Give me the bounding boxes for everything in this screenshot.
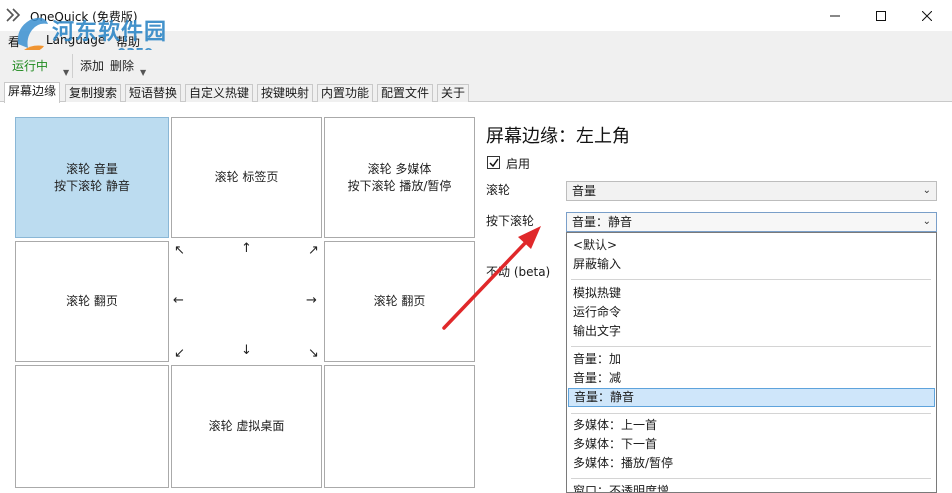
toolbar-dropdown-icon[interactable]: ▼	[140, 68, 146, 77]
arrow-ne-icon: ↗	[308, 243, 319, 258]
title-bar: OneQuick (免费版)	[0, 0, 952, 31]
dropdown-option-selected[interactable]: 音量：静音	[568, 388, 935, 407]
toolbar-separator	[72, 54, 73, 78]
menu-help[interactable]: 帮助	[116, 33, 140, 50]
dropdown-option[interactable]: 运行命令	[567, 303, 936, 322]
close-button[interactable]	[904, 0, 950, 31]
add-button[interactable]: 添加	[80, 57, 104, 74]
dropdown-option[interactable]: 音量：减	[567, 369, 936, 388]
wheel-action-select[interactable]: 音量 ⌄	[566, 181, 937, 201]
dropdown-separator	[571, 413, 931, 414]
edge-cell-top-left[interactable]: 滚轮 音量 按下滚轮 静音	[15, 117, 169, 238]
dropdown-option[interactable]: 窗口：不透明度增	[567, 482, 936, 492]
cell-label: 滚轮 翻页	[66, 294, 118, 308]
app-window: OneQuick (免费版) 看 Language 帮助 河东软件园 www.p…	[0, 0, 952, 493]
edge-cell-bottom-right[interactable]	[324, 365, 475, 488]
dropdown-separator	[571, 279, 931, 280]
chevron-down-icon: ⌄	[922, 185, 931, 196]
action-dropdown-list[interactable]: <默认> 屏蔽输入 模拟热键 运行命令 输出文字 音量：加 音量：减 音量：静音…	[566, 232, 937, 493]
dropdown-separator	[571, 478, 931, 479]
arrow-right-icon: →	[306, 293, 317, 308]
wheel-label: 滚轮	[486, 183, 511, 197]
press-wheel-action-value: 音量：静音	[572, 215, 633, 229]
cell-label: 按下滚轮 静音	[54, 178, 130, 193]
wheel-action-value: 音量	[572, 184, 597, 198]
press-wheel-action-select[interactable]: 音量：静音 ⌄	[566, 212, 937, 232]
minimize-button[interactable]	[812, 0, 858, 31]
press-wheel-label: 按下滚轮	[486, 214, 535, 228]
cell-label: 滚轮 翻页	[373, 294, 426, 308]
dropdown-option[interactable]: <默认>	[567, 236, 936, 255]
running-toggle-button[interactable]: 运行中	[12, 57, 48, 74]
menu-bar: 看 Language 帮助	[0, 31, 952, 50]
edge-cell-right[interactable]: 滚轮 翻页	[324, 241, 475, 362]
still-beta-label: 不动 (beta)	[486, 265, 551, 279]
dropdown-option[interactable]: 屏蔽输入	[567, 255, 936, 274]
edge-cell-bottom[interactable]: 滚轮 虚拟桌面	[171, 365, 322, 488]
tab-custom-hotkey[interactable]: 自定义热键	[185, 84, 254, 102]
cell-label: 按下滚轮 播放/暂停	[347, 178, 452, 193]
dropdown-option[interactable]: 多媒体：下一首	[567, 435, 936, 454]
menu-language[interactable]: Language	[46, 33, 105, 47]
arrow-down-icon: ↓	[241, 343, 252, 358]
dropdown-option[interactable]: 模拟热键	[567, 284, 936, 303]
minimize-icon	[830, 15, 840, 16]
window-title: OneQuick (免费版)	[30, 10, 138, 24]
toolbar-dropdown-icon[interactable]: ▼	[63, 68, 69, 77]
edge-cell-left[interactable]: 滚轮 翻页	[15, 241, 169, 362]
cell-label: 滚轮 标签页	[214, 170, 279, 184]
enabled-checkbox[interactable]	[487, 156, 500, 169]
arrow-se-icon: ↘	[308, 346, 319, 361]
edge-cell-top-right[interactable]: 滚轮 多媒体 按下滚轮 播放/暂停	[324, 117, 475, 238]
edge-cell-bottom-left[interactable]	[15, 365, 169, 488]
maximize-button[interactable]	[858, 0, 904, 31]
dropdown-separator	[571, 346, 931, 347]
arrow-nw-icon: ↖	[174, 243, 185, 258]
app-logo-icon	[6, 8, 21, 22]
cell-label: 滚轮 多媒体	[367, 161, 432, 176]
toolbar: 运行中 ▼ 添加 删除 ▼	[0, 50, 952, 82]
arrow-sw-icon: ↙	[174, 346, 185, 361]
enabled-label: 启用	[506, 157, 531, 171]
cell-label: 滚轮 音量	[66, 161, 118, 176]
cell-label: 滚轮 虚拟桌面	[208, 419, 285, 433]
tab-about[interactable]: 关于	[437, 84, 470, 102]
menu-view[interactable]: 看	[8, 33, 20, 50]
dropdown-option[interactable]: 输出文字	[567, 322, 936, 341]
maximize-icon	[876, 10, 886, 21]
tab-bar: 屏幕边缘 复制搜索 短语替换 自定义热键 按键映射 内置功能 配置文件 关于	[0, 82, 952, 103]
tab-config-file[interactable]: 配置文件	[377, 84, 434, 102]
close-icon	[922, 10, 932, 21]
checkmark-icon	[488, 158, 499, 167]
arrow-up-icon: ↑	[241, 241, 252, 256]
dropdown-option[interactable]: 音量：加	[567, 350, 936, 369]
dropdown-option[interactable]: 多媒体：播放/暂停	[567, 454, 936, 473]
edge-cell-top[interactable]: 滚轮 标签页	[171, 117, 322, 238]
arrow-left-icon: ←	[173, 293, 184, 308]
delete-button[interactable]: 删除	[110, 57, 134, 74]
tab-builtin-functions[interactable]: 内置功能	[317, 84, 374, 102]
tab-key-mapping[interactable]: 按键映射	[257, 84, 314, 102]
tab-screen-edge[interactable]: 屏幕边缘	[4, 82, 61, 103]
chevron-down-icon: ⌄	[922, 216, 931, 227]
panel-title: 屏幕边缘：左上角	[486, 126, 630, 147]
tab-copy-search[interactable]: 复制搜索	[65, 84, 122, 102]
tab-phrase-replace[interactable]: 短语替换	[125, 84, 182, 102]
dropdown-option[interactable]: 多媒体：上一首	[567, 416, 936, 435]
